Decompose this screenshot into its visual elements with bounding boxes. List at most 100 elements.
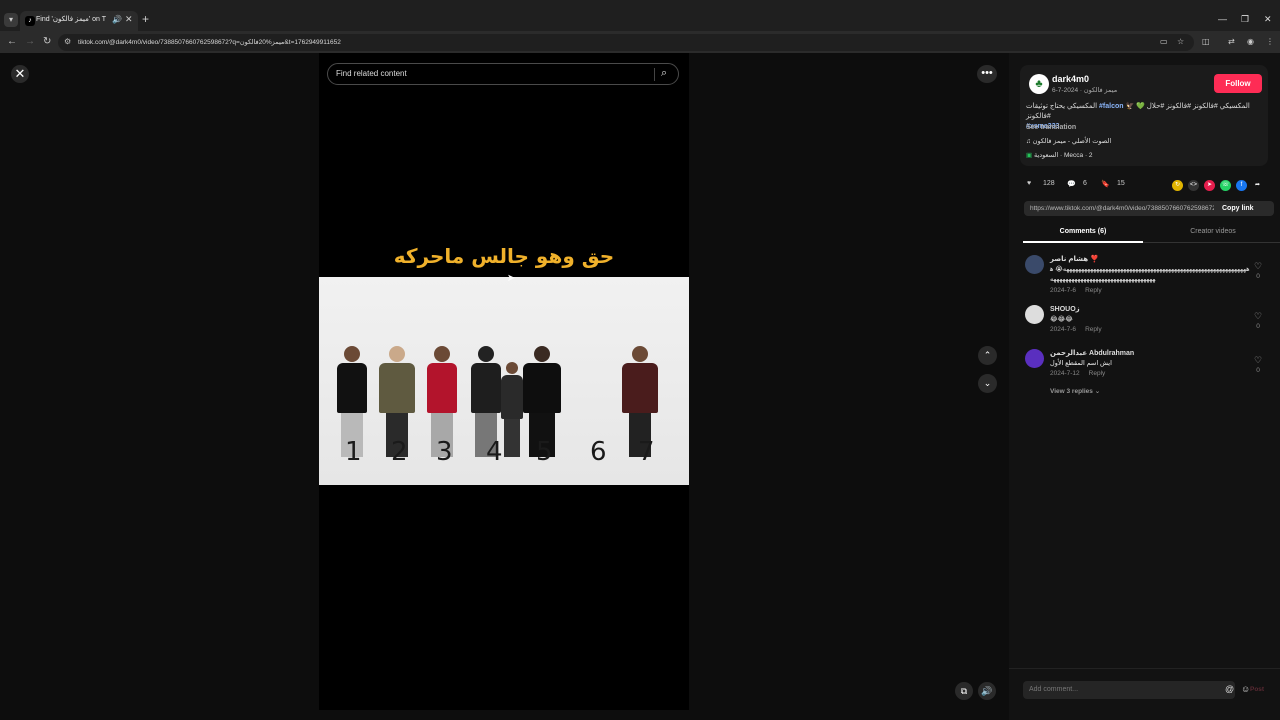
comment-text: هههههههههههههههههههههههههههههههههههههههه… (1050, 266, 1250, 283)
video-player[interactable]: Find related content ⌕ حق وهو جالس ماحرك… (319, 53, 689, 710)
avatar[interactable] (1025, 305, 1044, 324)
tab-comments[interactable]: Comments (6) (1023, 228, 1143, 235)
volume-icon[interactable]: 🔊 (978, 682, 996, 700)
sound-name: الصوت الأصلي - ميمز فالكون (1032, 138, 1112, 145)
facebook-icon[interactable]: f (1236, 180, 1247, 191)
save-count: 15 (1117, 180, 1125, 187)
view-replies-label: View 3 replies (1050, 388, 1093, 395)
bookmark-icon[interactable]: 🔖 (1101, 180, 1110, 188)
address-bar[interactable]: ⚙ tiktok.com/@dark4m0/video/738850766076… (58, 34, 1194, 51)
comment-like-icon[interactable]: ♡ (1253, 311, 1263, 322)
active-tab-indicator (1023, 241, 1143, 243)
hashtag-link[interactable]: #falcon (1099, 103, 1124, 110)
close-video-icon[interactable]: ✕ (11, 65, 29, 83)
comment-composer: Add comment... @ ☺ Post (1009, 668, 1280, 720)
video-details-panel: ♣ dark4m0 ميمز فالكون · 2024-7-6 Follow … (1009, 53, 1280, 720)
back-icon[interactable]: ← (7, 36, 17, 47)
location-name: السعودية · Mecca · 2 (1033, 152, 1093, 159)
avatar[interactable] (1025, 255, 1044, 274)
player-number: 2 (391, 437, 408, 467)
new-tab-icon[interactable]: + (142, 13, 149, 25)
minimize-icon[interactable]: — (1218, 14, 1227, 24)
repost-icon[interactable]: ↻ (1172, 180, 1183, 191)
search-placeholder: Find related content (336, 69, 407, 78)
music-note-icon: ♫ (1026, 138, 1033, 145)
browser-menu-icon[interactable]: ⋮ (1266, 37, 1274, 46)
browser-tabbar: ▾ ♪ Find 'ميمز فالكون' on TikTok 🔊 ✕ + —… (0, 0, 1280, 31)
url-text: tiktok.com/@dark4m0/video/73885076607625… (78, 39, 341, 46)
more-options-icon[interactable]: ••• (977, 65, 997, 83)
floating-player-icon[interactable]: ⧉ (955, 682, 973, 700)
mouse-cursor-icon: ➤ (507, 273, 516, 284)
comment-username[interactable]: SHOUOز (1050, 305, 1080, 313)
bookmark-star-icon[interactable]: ☆ (1177, 37, 1184, 46)
comment-like-count: 0 (1256, 323, 1260, 330)
see-translation-link[interactable]: See translation (1026, 124, 1076, 131)
whatsapp-icon[interactable]: ☏ (1220, 180, 1231, 191)
description-tail: المكسيكي يحتاج توثيقات (1026, 103, 1098, 110)
author-username[interactable]: dark4m0 (1052, 74, 1089, 84)
comment-meta: 2024-7-6 Reply (1050, 287, 1102, 294)
extensions-icon[interactable]: ◫ (1202, 37, 1210, 46)
reply-button[interactable]: Reply (1089, 370, 1106, 377)
location-row[interactable]: ▣ السعودية · Mecca · 2 (1026, 151, 1093, 159)
player-number: 7 (638, 437, 655, 467)
browser-tab[interactable]: ♪ Find 'ميمز فالكون' on TikTok 🔊 ✕ (20, 11, 138, 31)
share-icon[interactable]: ➦ (1252, 180, 1263, 191)
reply-button[interactable]: Reply (1085, 287, 1102, 294)
translate-icon[interactable]: ⇄ (1228, 37, 1235, 46)
share-link-box: https://www.tiktok.com/@dark4m0/video/73… (1024, 201, 1274, 216)
comment-username[interactable]: هشام ناصر ❣️ (1050, 255, 1099, 263)
comment-count: 6 (1083, 180, 1087, 187)
avatar[interactable]: ♣ (1029, 74, 1049, 94)
comment-like-icon[interactable]: ♡ (1253, 261, 1263, 272)
comment-like-icon[interactable]: ♡ (1253, 355, 1263, 366)
person-figure (501, 362, 523, 457)
profile-icon[interactable]: ◉ (1247, 37, 1254, 46)
comment-icon[interactable]: 💬 (1067, 180, 1076, 188)
tab-title: Find 'ميمز فالكون' on TikTok (36, 16, 106, 23)
like-icon[interactable]: ♥ (1027, 180, 1031, 187)
follow-button[interactable]: Follow (1214, 74, 1262, 93)
next-video-icon[interactable]: ⌄ (978, 374, 997, 393)
restore-icon[interactable]: ❐ (1241, 14, 1249, 25)
view-replies-button[interactable]: View 3 replies ⌄ (1050, 387, 1100, 395)
site-info-icon[interactable]: ⚙ (64, 37, 71, 46)
like-count: 128 (1043, 180, 1055, 187)
previous-video-icon[interactable]: ⌃ (978, 346, 997, 365)
mention-icon[interactable]: @ (1225, 684, 1234, 694)
post-button[interactable]: Post (1250, 686, 1264, 693)
search-icon[interactable]: ⌕ (661, 67, 667, 80)
engagement-stats: ♥ 128 💬 6 🔖 15 ↻ <> ➤ ☏ f ➦ (1027, 180, 1277, 194)
sound-row[interactable]: ♫ الصوت الأصلي - ميمز فالكون (1026, 137, 1111, 145)
reply-button[interactable]: Reply (1085, 326, 1102, 333)
avatar[interactable] (1025, 349, 1044, 368)
embed-icon[interactable]: <> (1188, 180, 1199, 191)
comment-input[interactable]: Add comment... @ ☺ (1023, 681, 1250, 699)
player-number: 1 (345, 437, 362, 467)
emoji-icon[interactable]: ☺ (1241, 684, 1250, 694)
comment-meta: 2024-7-12 Reply (1050, 370, 1105, 377)
reload-icon[interactable]: ↻ (43, 36, 51, 47)
send-icon[interactable]: ➤ (1204, 180, 1215, 191)
tab-audio-icon[interactable]: 🔊 (112, 15, 122, 24)
related-search-input[interactable]: Find related content ⌕ (327, 63, 679, 85)
location-icon: ▣ (1026, 152, 1034, 159)
player-number: 3 (436, 437, 453, 467)
copy-link-button[interactable]: Copy link (1222, 205, 1254, 212)
player-number: 4 (486, 437, 503, 467)
comment-like-count: 0 (1256, 367, 1260, 374)
comment-username[interactable]: عبدالرحمن Abdulrahman (1050, 349, 1134, 357)
comment-text: 😂😂😂 (1050, 316, 1073, 323)
chevron-down-icon: ⌄ (1094, 388, 1101, 395)
tab-creator-videos[interactable]: Creator videos (1153, 228, 1273, 235)
comment-like-count: 0 (1256, 273, 1260, 280)
tab-search-icon[interactable]: ▾ (4, 13, 18, 27)
forward-icon[interactable]: → (25, 36, 35, 47)
comment-text: ايش اسم المقطع الأول (1050, 360, 1112, 367)
tab-close-icon[interactable]: ✕ (125, 14, 133, 25)
comment-tabs: Comments (6) Creator videos (1023, 223, 1280, 243)
window-close-icon[interactable]: ✕ (1264, 14, 1272, 25)
comment-date: 2024-7-12 (1050, 370, 1080, 377)
cast-icon[interactable]: ▭ (1160, 37, 1168, 46)
